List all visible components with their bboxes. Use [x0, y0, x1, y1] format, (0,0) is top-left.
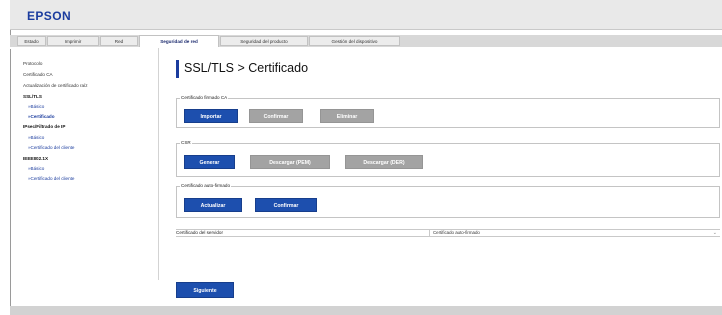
sidebar-item-ieee-basico[interactable]: »Básico	[28, 166, 44, 171]
confirm-self-signed-button[interactable]: Confirmar	[255, 198, 317, 212]
server-certificate-value: Certificado auto-firmado	[433, 230, 480, 235]
csr-section: CSR Generar Descargar (PEM) Descargar (D…	[176, 140, 720, 177]
sidebar-item-ieee-certificado-cliente[interactable]: »Certificado del cliente	[28, 176, 74, 181]
self-signed-section: Certificado auto-firmado Actualizar Conf…	[176, 183, 720, 218]
page-title: SSL/TLS > Certificado	[184, 61, 309, 75]
import-button[interactable]: Importar	[184, 109, 238, 123]
sidebar-item-ssl-tls[interactable]: SSL/TLS	[23, 94, 42, 99]
title-accent-bar	[176, 60, 179, 78]
sidebar-item-certificado-ca[interactable]: Certificado CA	[23, 72, 53, 77]
chevron-down-icon: ⌄	[712, 230, 717, 236]
tab-gestion-del-dispositivo[interactable]: Gestión del dispositivo	[309, 36, 400, 46]
server-certificate-row: Certificado del servidor Certificado aut…	[176, 229, 720, 237]
update-button[interactable]: Actualizar	[184, 198, 242, 212]
sidebar-item-ssl-certificado[interactable]: »Certificado	[28, 114, 55, 119]
sidebar-item-ieee8021x[interactable]: IEEE802.1X	[23, 156, 48, 161]
sidebar-item-ipsec[interactable]: IPsec/Filtrado de IP	[23, 124, 65, 129]
sidebar-item-actualizacion-certificado-raiz[interactable]: Actualización de certificado raíz	[23, 83, 88, 88]
server-certificate-select[interactable]: Certificado auto-firmado ⌄	[429, 230, 720, 236]
sidebar-divider	[158, 48, 159, 280]
delete-button[interactable]: Eliminar	[320, 109, 374, 123]
sidebar-item-ipsec-basico[interactable]: »Básico	[28, 135, 44, 140]
download-der-button[interactable]: Descargar (DER)	[345, 155, 423, 169]
csr-legend: CSR	[180, 140, 192, 145]
sidebar-item-protocolo[interactable]: Protocolo	[23, 61, 42, 66]
header-bar: EPSON	[10, 0, 722, 30]
download-pem-button[interactable]: Descargar (PEM)	[250, 155, 330, 169]
tab-red[interactable]: Red	[100, 36, 138, 46]
server-certificate-label: Certificado del servidor	[176, 230, 223, 235]
tab-seguridad-del-producto[interactable]: Seguridad del producto	[220, 36, 308, 46]
next-button[interactable]: Siguiente	[176, 282, 234, 298]
self-signed-legend: Certificado auto-firmado	[180, 183, 232, 188]
tab-seguridad-de-red[interactable]: Seguridad de red	[139, 35, 219, 47]
ca-signed-legend: Certificado firmado CA	[180, 95, 229, 100]
tab-estado[interactable]: Estado	[17, 36, 46, 46]
sidebar-item-ipsec-certificado-cliente[interactable]: »Certificado del cliente	[28, 145, 74, 150]
tab-imprimir[interactable]: Imprimir	[47, 36, 99, 46]
generate-button[interactable]: Generar	[184, 155, 235, 169]
epson-logo: EPSON	[27, 9, 72, 23]
footer-bar	[10, 306, 722, 315]
confirm-ca-button[interactable]: Confirmar	[249, 109, 303, 123]
ca-signed-section: Certificado firmado CA Importar Confirma…	[176, 95, 720, 128]
sidebar-item-ssl-basico[interactable]: »Básico	[28, 104, 44, 109]
